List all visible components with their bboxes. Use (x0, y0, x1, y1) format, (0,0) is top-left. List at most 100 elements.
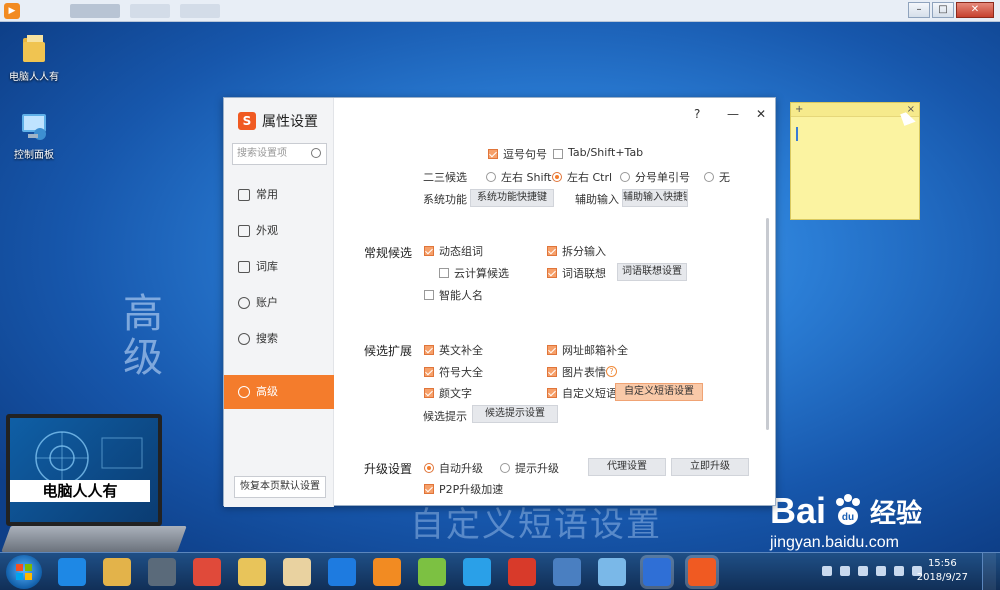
player-tab-1[interactable] (70, 4, 120, 18)
search-icon[interactable] (311, 148, 321, 158)
player-logo-icon: ▶ (4, 3, 20, 19)
desktop-icon-folder[interactable]: 电脑人人有 (4, 32, 64, 83)
english-completion-checkbox[interactable] (424, 345, 434, 355)
system-function-label: 系统功能 (423, 193, 467, 206)
shield-icon[interactable] (840, 566, 850, 576)
chrome-icon[interactable] (193, 558, 221, 586)
settings-dialog: S 属性设置 搜索设置项 常用 外观 词库 账户 搜索 高级 恢复本页默认设置 … (223, 97, 776, 507)
smart-name-checkbox[interactable] (424, 290, 434, 300)
bird-icon[interactable] (463, 558, 491, 586)
extended-candidates-heading: 候选扩展 (364, 344, 413, 358)
chess-icon[interactable] (508, 558, 536, 586)
baidu-url: jingyan.baidu.com (770, 534, 899, 551)
taskbar: 15:56 2018/9/27 (0, 552, 1000, 590)
settings-search-input[interactable]: 搜索设置项 (232, 143, 327, 165)
paint-icon[interactable] (283, 558, 311, 586)
option-semicolon-radio[interactable] (620, 172, 630, 182)
word-association-settings-button[interactable]: 词语联想设置 (617, 263, 687, 281)
player-tab-3[interactable] (180, 4, 220, 18)
explorer-icon[interactable] (103, 558, 131, 586)
svg-text:du: du (842, 512, 854, 523)
option-shift-label: 左右 Shift (501, 171, 552, 184)
url-email-completion-checkbox[interactable] (547, 345, 557, 355)
sidebar-item-dictionary[interactable]: 词库 (224, 250, 334, 284)
circle-app-icon[interactable] (553, 558, 581, 586)
option-ctrl-radio[interactable] (552, 172, 562, 182)
restore-defaults-button[interactable]: 恢复本页默认设置 (234, 476, 326, 498)
proxy-settings-button[interactable]: 代理设置 (588, 458, 666, 476)
custom-phrase-checkbox[interactable] (547, 388, 557, 398)
dialog-title-text: 属性设置 (262, 114, 318, 130)
cloud-candidate-checkbox[interactable] (439, 268, 449, 278)
dynamic-phrase-checkbox[interactable] (424, 246, 434, 256)
tab-shift-checkbox[interactable] (553, 149, 563, 159)
kaomoji-checkbox[interactable] (424, 388, 434, 398)
shield-icon[interactable] (643, 558, 671, 586)
volume-icon[interactable] (894, 566, 904, 576)
prompt-upgrade-radio[interactable] (500, 463, 510, 473)
ie-icon[interactable] (58, 558, 86, 586)
player-icon[interactable] (373, 558, 401, 586)
clock-time: 15:56 (927, 558, 957, 569)
sidebar-item-account[interactable]: 账户 (224, 286, 334, 320)
upgrade-now-button[interactable]: 立即升级 (671, 458, 749, 476)
sidebar-item-search[interactable]: 搜索 (224, 322, 334, 356)
clock-date: 2018/9/27 (916, 572, 968, 583)
candidate-tip-settings-button[interactable]: 候选提示设置 (472, 405, 558, 423)
image-emoji-checkbox[interactable] (547, 367, 557, 377)
comma-period-label: 逗号句号 (503, 148, 547, 161)
candidate-tip-label: 候选提示 (423, 410, 467, 423)
sidebar-item-label: 词库 (256, 260, 278, 273)
option-shift-radio[interactable] (486, 172, 496, 182)
minimize-button[interactable]: – (908, 2, 930, 18)
add-note-icon[interactable]: + (795, 104, 803, 115)
close-button[interactable]: ✕ (956, 2, 994, 18)
assist-input-hotkey-button[interactable]: 辅助输入快捷键 (622, 189, 688, 207)
gear-icon (238, 386, 250, 398)
player-title-bar: ▶ – □ ✕ (0, 0, 1000, 22)
sidebar-item-label: 常用 (256, 188, 278, 201)
sogou-browser-icon[interactable] (328, 558, 356, 586)
p2p-checkbox[interactable] (424, 484, 434, 494)
baidu-logo-cn: 经验 (870, 497, 923, 528)
tray-arrow-icon[interactable] (822, 566, 832, 576)
help-icon[interactable]: ? (606, 366, 617, 377)
smart-name-label: 智能人名 (439, 289, 483, 302)
word-association-checkbox[interactable] (547, 268, 557, 278)
content-scrollbar[interactable] (766, 218, 769, 430)
custom-phrase-settings-button[interactable]: 自定义短语设置 (615, 383, 703, 401)
search-placeholder: 搜索设置项 (237, 148, 287, 159)
option-none-radio[interactable] (704, 172, 714, 182)
pinwheel-icon[interactable] (418, 558, 446, 586)
symbol-collection-checkbox[interactable] (424, 367, 434, 377)
desktop-icon-control-panel[interactable]: 控制面板 (4, 110, 64, 161)
paw-icon: du (830, 492, 866, 531)
media-icon[interactable] (148, 558, 176, 586)
sticky-note[interactable]: + × (790, 102, 920, 220)
search-icon (238, 333, 250, 345)
kaomoji-label: 颜文字 (439, 387, 472, 400)
restore-button[interactable]: □ (932, 2, 954, 18)
show-desktop-button[interactable] (982, 553, 996, 590)
auto-upgrade-radio[interactable] (424, 463, 434, 473)
network-icon[interactable] (876, 566, 886, 576)
clock[interactable]: 15:56 2018/9/27 (917, 557, 968, 585)
sidebar-item-advanced[interactable]: 高级 (224, 375, 334, 409)
settings-sidebar: S 属性设置 搜索设置项 常用 外观 词库 账户 搜索 高级 恢复本页默认设置 (224, 98, 334, 507)
sidebar-item-appearance[interactable]: 外观 (224, 214, 334, 248)
fan-icon[interactable] (598, 558, 626, 586)
system-function-hotkey-button[interactable]: 系统功能快捷键 (470, 189, 554, 207)
sogou-input-icon[interactable] (688, 558, 716, 586)
folder-icon[interactable] (238, 558, 266, 586)
flag-icon[interactable] (858, 566, 868, 576)
option-ctrl-label: 左右 Ctrl (567, 171, 613, 184)
baidu-logo-text: Bai (770, 490, 827, 531)
split-input-checkbox[interactable] (547, 246, 557, 256)
start-button[interactable] (6, 555, 42, 589)
comma-period-checkbox[interactable] (488, 149, 498, 159)
user-icon (238, 297, 250, 309)
player-tab-2[interactable] (130, 4, 170, 18)
text-caret (796, 127, 798, 141)
sidebar-item-common[interactable]: 常用 (224, 178, 334, 212)
control-panel-icon (18, 110, 50, 142)
